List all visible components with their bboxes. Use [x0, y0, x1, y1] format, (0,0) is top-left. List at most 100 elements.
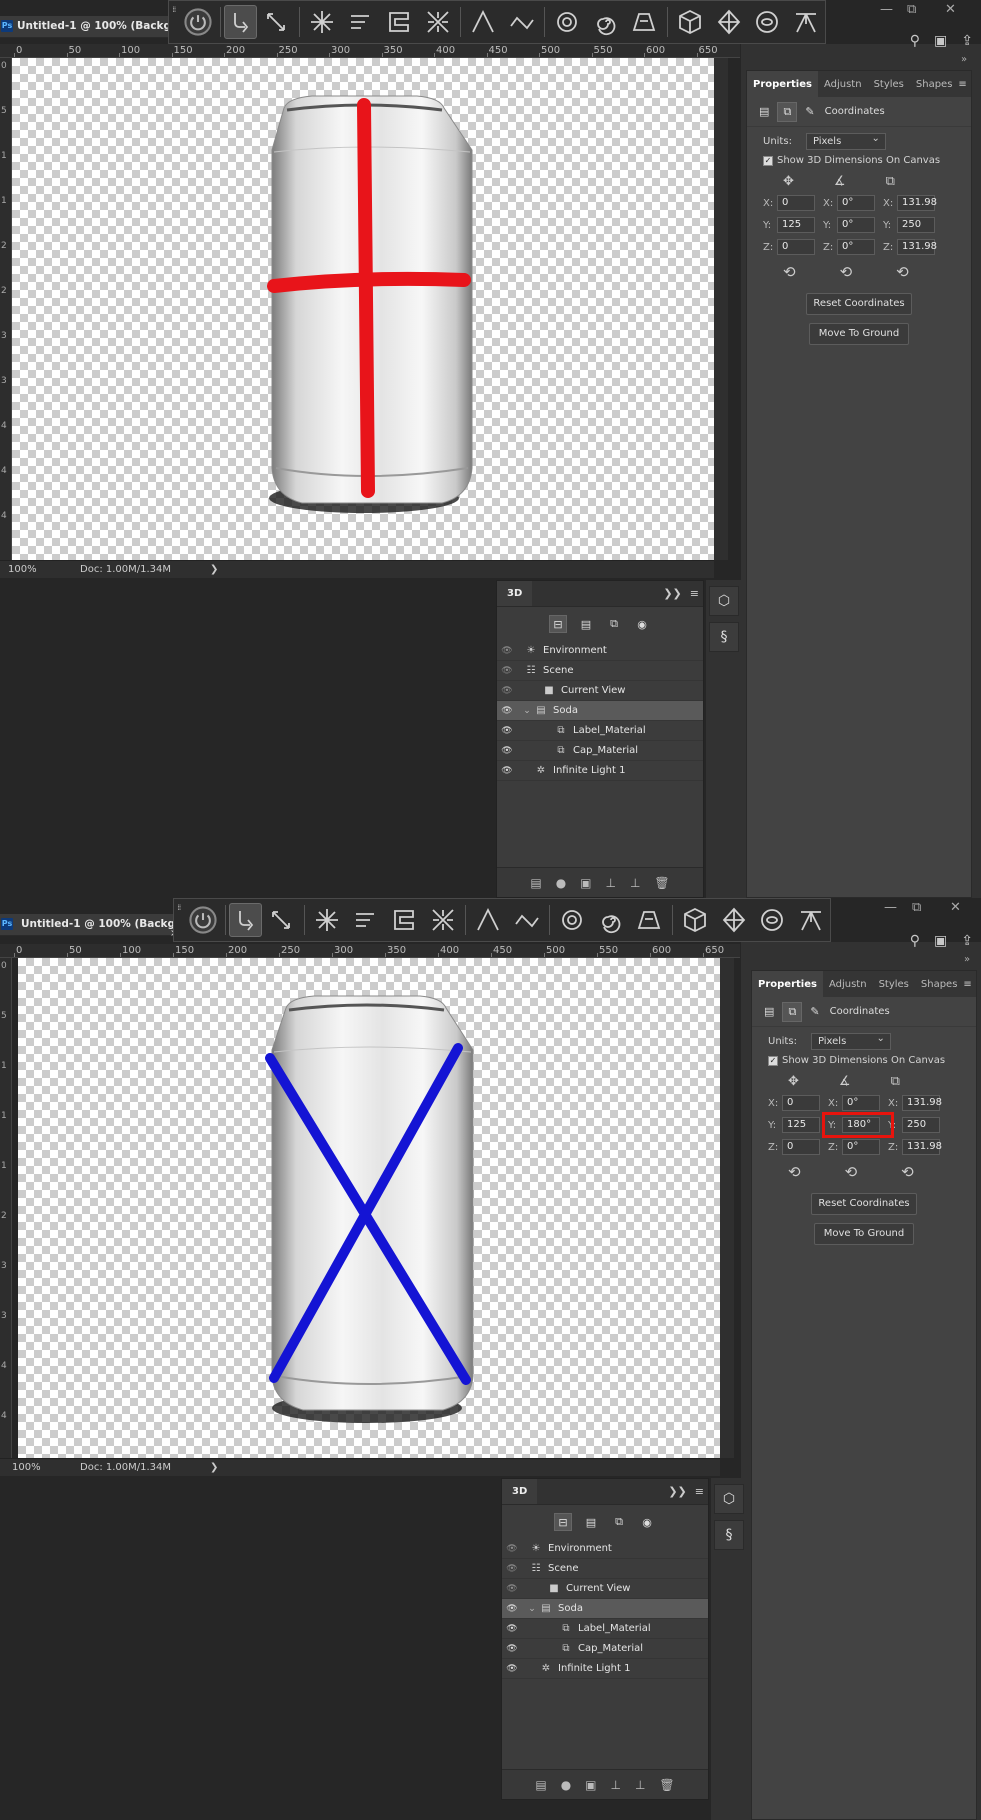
position-x-field[interactable]: 0 — [777, 195, 815, 211]
expand-icon[interactable]: ❯❯ — [663, 587, 681, 600]
eye-visibility-icon[interactable]: 👁 — [502, 1644, 522, 1654]
scale-y-field[interactable]: 250 — [897, 217, 935, 233]
tab-properties[interactable]: Properties — [752, 971, 823, 997]
eye-visibility-icon[interactable]: 👁 — [502, 1564, 522, 1574]
rotation-z-field[interactable]: 0° — [837, 239, 875, 255]
materials-icon[interactable]: ⧉ — [605, 615, 623, 633]
eye-visibility-icon[interactable]: 👁 — [502, 1624, 522, 1634]
materials-icon[interactable]: ⧉ — [610, 1513, 628, 1531]
rotation-x-field[interactable]: 0° — [837, 195, 875, 211]
expand-twisty-icon[interactable]: ⌄ — [521, 706, 533, 716]
expand-icon[interactable]: ❯❯ — [668, 1485, 686, 1498]
restore-icon[interactable]: ⧉ — [907, 2, 916, 17]
diamond-icon[interactable] — [714, 900, 753, 940]
tripod-icon[interactable] — [791, 900, 830, 940]
eye-visibility-icon[interactable]: 👁 — [502, 1604, 522, 1614]
rotation-x-field[interactable]: 0° — [842, 1095, 880, 1111]
tree-row-environment[interactable]: 👁 ☀ Environment — [502, 1539, 708, 1559]
tab-properties[interactable]: Properties — [747, 71, 818, 97]
tree-row-infinite-light-1[interactable]: 👁 ✲ Infinite Light 1 — [502, 1659, 708, 1679]
scale-y-field[interactable]: 250 — [902, 1117, 940, 1133]
show-dims-checkbox[interactable]: ✓ — [763, 155, 773, 166]
show-dims-row[interactable]: ✓ Show 3D Dimensions On Canvas — [768, 1055, 976, 1066]
lights-icon[interactable]: ◉ — [638, 1513, 656, 1531]
tab-3d[interactable]: 3D — [497, 581, 533, 606]
mesh-mode-icon[interactable]: ▤ — [759, 105, 769, 118]
ring-icon[interactable] — [548, 2, 587, 42]
reset-rotate-icon[interactable]: ⟲ — [840, 263, 853, 281]
move-to-ground-button[interactable]: Move To Ground — [814, 1223, 914, 1245]
trapezoid-icon[interactable] — [630, 900, 669, 940]
zoom-level[interactable]: 100% — [0, 564, 80, 575]
position-y-field[interactable]: 125 — [777, 217, 815, 233]
drop-icon[interactable]: ⊥ — [635, 1778, 645, 1792]
3d-dock-icon[interactable]: ⬡ — [709, 586, 739, 616]
expand-twisty-icon[interactable]: ⌄ — [526, 1604, 538, 1614]
rotation-z-field[interactable]: 0° — [842, 1139, 880, 1155]
reset-move-icon[interactable]: ⟲ — [788, 1163, 801, 1181]
panel-menu-icon[interactable]: ≡ — [963, 979, 977, 990]
paths-dock-icon[interactable]: § — [714, 1520, 744, 1550]
tab-adjustments[interactable]: Adjustn — [823, 971, 873, 997]
close-icon[interactable]: ✕ — [945, 2, 956, 17]
scale-x-field[interactable]: 131.98 — [902, 1095, 942, 1111]
eye-visibility-icon[interactable]: 👁 — [502, 1584, 522, 1594]
scale-z-field[interactable]: 131.98 — [902, 1139, 942, 1155]
eye-visibility-icon[interactable]: 👁 — [497, 766, 517, 776]
scale-x-field[interactable]: 131.98 — [897, 195, 937, 211]
power-icon[interactable] — [179, 2, 218, 42]
eye-visibility-icon[interactable]: 👁 — [497, 746, 517, 756]
tab-shapes[interactable]: Shapes — [915, 971, 964, 997]
units-dropdown[interactable]: Pixels — [810, 1031, 891, 1050]
brush-mode-icon[interactable]: ✎ — [810, 1005, 819, 1018]
tree-row-environment[interactable]: 👁 ☀ Environment — [497, 641, 703, 661]
spiral-icon[interactable] — [587, 2, 626, 42]
eye-visibility-icon[interactable]: 👁 — [497, 666, 517, 676]
tree-row-current-view[interactable]: 👁 ■ Current View — [497, 681, 703, 701]
cone-icon[interactable] — [469, 900, 508, 940]
toolbar-grip-icon[interactable]: ⁞⁞ — [174, 899, 184, 941]
ground-icon[interactable]: ⊥ — [606, 876, 616, 890]
coordinates-mode-icon[interactable]: ⧉ — [777, 101, 798, 122]
workspace-icon[interactable]: ▣ — [934, 933, 947, 949]
minimize-icon[interactable]: — — [884, 900, 897, 915]
meshes-icon[interactable]: ▤ — [582, 1513, 600, 1531]
document-canvas[interactable] — [12, 58, 714, 560]
add-mesh-icon[interactable]: ▤ — [530, 876, 541, 890]
tab-shapes[interactable]: Shapes — [910, 71, 959, 97]
eye-visibility-icon[interactable]: 👁 — [497, 646, 517, 656]
rotation-y-field[interactable]: 0° — [837, 217, 875, 233]
align-icon[interactable] — [341, 2, 380, 42]
scale-z-field[interactable]: 131.98 — [897, 239, 937, 255]
3d-axis-icon[interactable] — [303, 2, 342, 42]
position-y-field[interactable]: 125 — [782, 1117, 820, 1133]
cube-icon[interactable] — [671, 2, 710, 42]
tree-row-cap-material[interactable]: 👁 ⧉ Cap_Material — [497, 741, 703, 761]
paths-dock-icon[interactable]: § — [709, 622, 739, 652]
toolbar-grip-icon[interactable]: ⁞⁞ — [169, 1, 179, 43]
tree-row-current-view[interactable]: 👁 ■ Current View — [502, 1579, 708, 1599]
eye-visibility-icon[interactable]: 👁 — [502, 1544, 522, 1554]
vertical-scrollbar[interactable] — [720, 958, 734, 1458]
position-x-field[interactable]: 0 — [782, 1095, 820, 1111]
whole-scene-icon[interactable]: ⊟ — [549, 615, 567, 633]
show-dims-row[interactable]: ✓ Show 3D Dimensions On Canvas — [763, 155, 971, 166]
share-icon[interactable]: ⇪ — [961, 33, 973, 49]
panel-menu-icon[interactable]: ≡ — [958, 79, 972, 90]
status-arrow-icon[interactable]: ❯ — [210, 564, 230, 575]
tab-styles[interactable]: Styles — [868, 71, 910, 97]
torus-icon[interactable] — [748, 2, 787, 42]
tree-row-label-material[interactable]: 👁 ⧉ Label_Material — [497, 721, 703, 741]
tree-row-scene[interactable]: 👁 ☷ Scene — [497, 661, 703, 681]
add-light-icon[interactable]: ● — [561, 1778, 571, 1792]
tree-row-soda[interactable]: 👁 ⌄ ▤ Soda — [502, 1599, 708, 1619]
reset-scale-icon[interactable]: ⟲ — [896, 263, 909, 281]
ground-icon[interactable]: ⊥ — [611, 1778, 621, 1792]
distribute-icon[interactable] — [385, 900, 424, 940]
collapse-panels-icon[interactable]: » — [961, 54, 967, 65]
torus-icon[interactable] — [753, 900, 792, 940]
3d-orbit-icon[interactable] — [224, 5, 258, 39]
trash-icon[interactable]: 🗑 — [654, 876, 669, 890]
wave-icon[interactable] — [502, 2, 541, 42]
reset-coordinates-button[interactable]: Reset Coordinates — [806, 293, 912, 315]
